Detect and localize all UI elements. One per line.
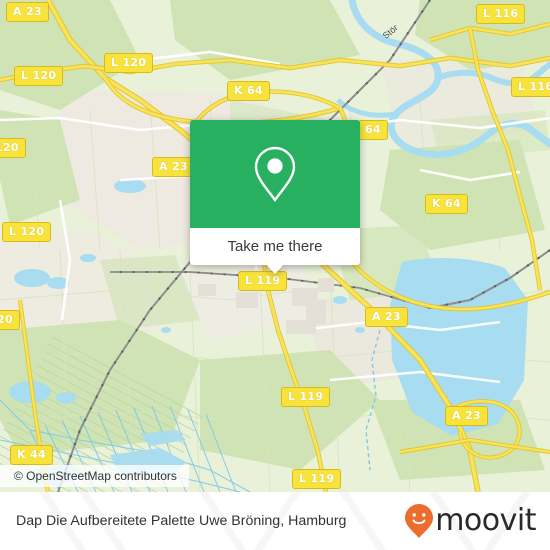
map-pin-icon xyxy=(254,146,296,203)
road-shield: L 120 xyxy=(104,53,154,73)
road-shield: L 120 xyxy=(14,66,64,86)
footer-bar: Dap Die Aufbereitete Palette Uwe Bröning… xyxy=(0,492,550,550)
moovit-logo[interactable]: moovit xyxy=(404,503,536,539)
moovit-pin-smiley-icon xyxy=(405,504,434,538)
road-shield: L 120 xyxy=(2,222,52,242)
road-shield: L 116 xyxy=(476,4,526,24)
location-popup[interactable]: Take me there xyxy=(190,120,360,274)
road-shield: A 23 xyxy=(445,406,488,426)
road-shield: L 119 xyxy=(292,469,342,489)
road-shield: K 44 xyxy=(10,445,53,465)
take-me-there-button[interactable]: Take me there xyxy=(190,228,360,265)
road-shield: A 23 xyxy=(365,307,408,327)
osm-attribution[interactable]: © OpenStreetMap contributors xyxy=(0,465,189,487)
popup-header xyxy=(190,120,360,228)
map-page: Stör A 23L 120L 120120L 12020K 44A 23K 6… xyxy=(0,0,550,550)
place-title: Dap Die Aufbereitete Palette Uwe Bröning… xyxy=(16,513,347,529)
osm-attribution-label: © OpenStreetMap contributors xyxy=(14,469,177,483)
road-shield: 120 xyxy=(0,138,26,158)
road-shield: K 64 xyxy=(227,81,270,101)
road-shield: A 23 xyxy=(152,157,195,177)
map-canvas[interactable]: Stör A 23L 120L 120120L 12020K 44A 23K 6… xyxy=(0,0,550,492)
moovit-wordmark: moovit xyxy=(435,503,536,538)
popup-pointer xyxy=(266,264,284,274)
road-shield: L 119 xyxy=(281,387,331,407)
take-me-there-label: Take me there xyxy=(227,238,323,255)
road-shield: A 23 xyxy=(6,2,49,22)
road-shield: K 64 xyxy=(425,194,468,214)
road-shield: 64 xyxy=(358,120,388,140)
road-shield: 20 xyxy=(0,310,20,330)
road-shield: L 116 xyxy=(511,77,550,97)
road-shield: L 119 xyxy=(238,271,288,291)
